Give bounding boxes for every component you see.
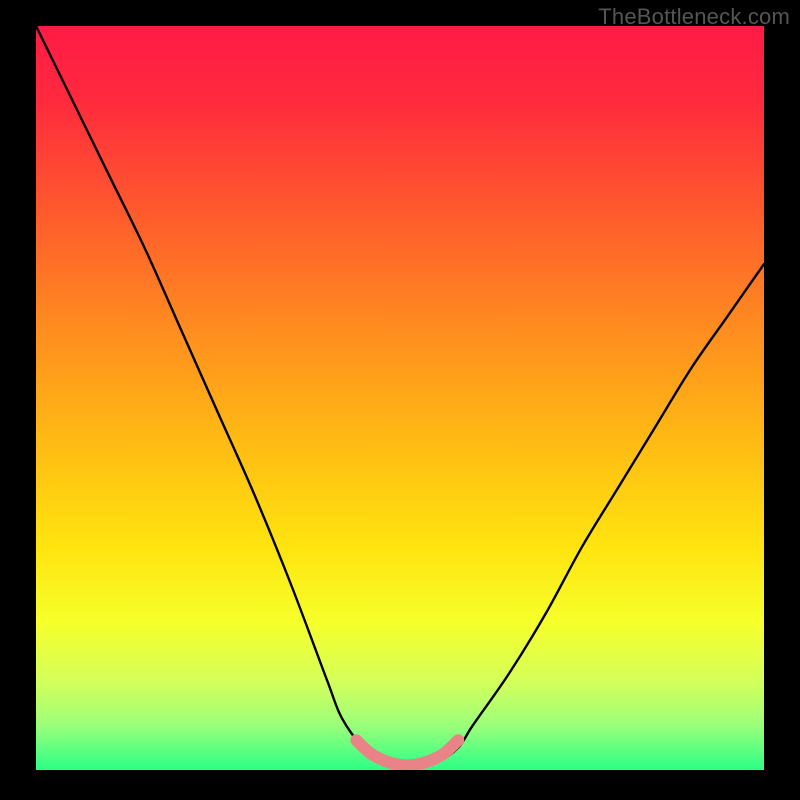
watermark-text: TheBottleneck.com	[598, 4, 790, 30]
chart-container: TheBottleneck.com	[0, 0, 800, 800]
gradient-background	[36, 26, 764, 770]
plot-area	[36, 26, 764, 770]
plot-svg	[36, 26, 764, 770]
